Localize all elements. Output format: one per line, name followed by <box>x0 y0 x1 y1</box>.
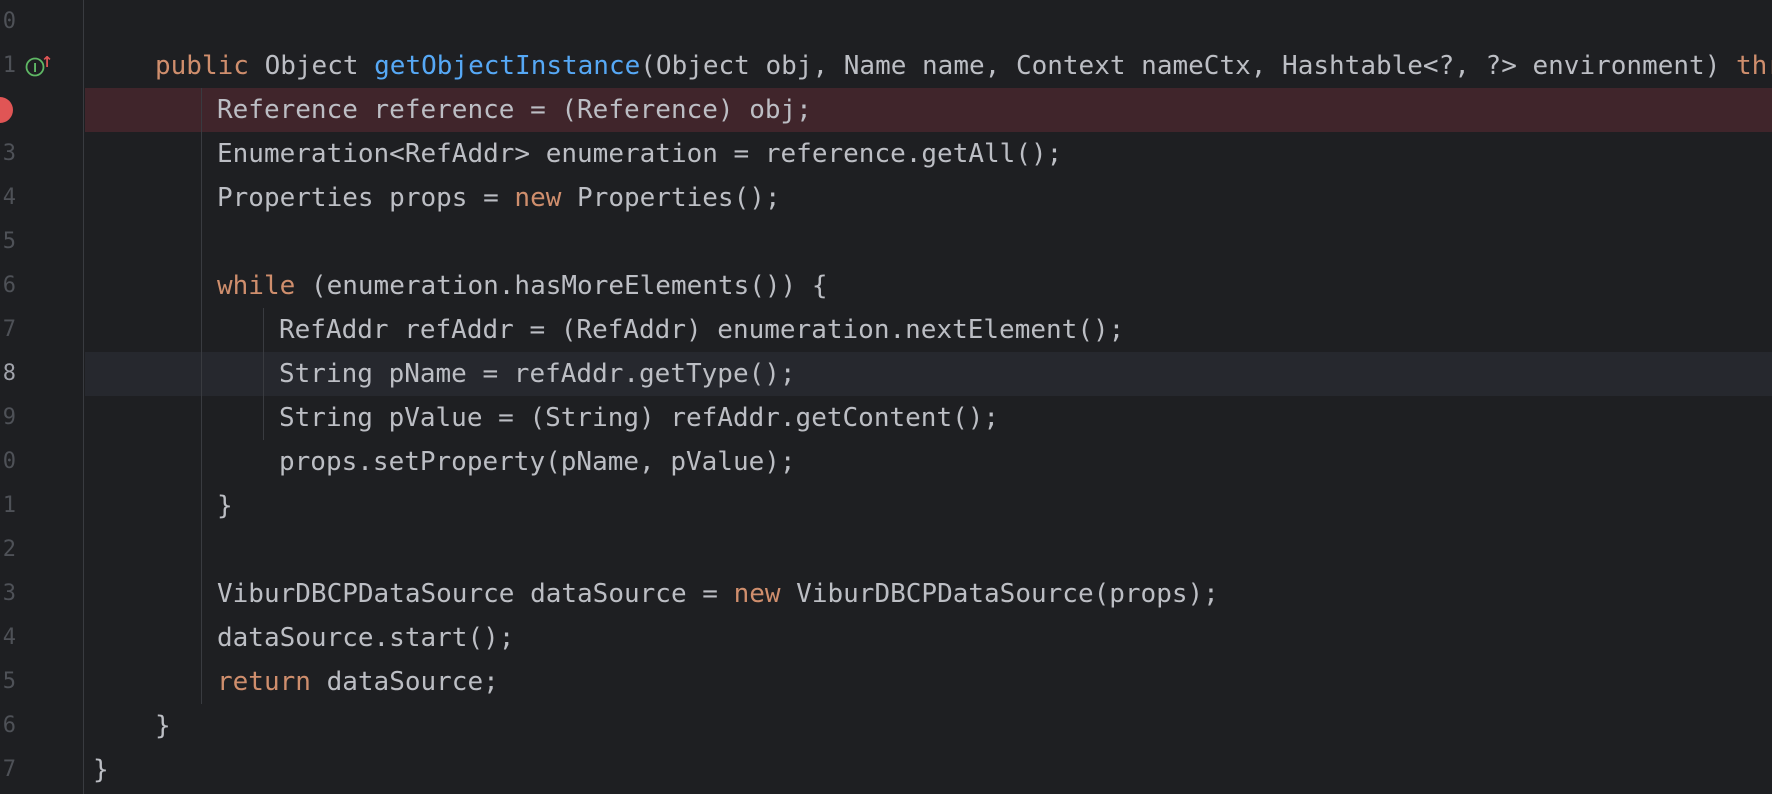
keyword-token: new <box>733 579 781 609</box>
keyword-token: return <box>217 667 311 697</box>
code-line[interactable]: } <box>217 484 233 528</box>
code-line[interactable]: Reference reference = (Reference) obj; <box>217 88 812 132</box>
code-token: Object <box>248 51 375 81</box>
code-line[interactable]: String pName = refAddr.getType(); <box>279 352 796 396</box>
code-line[interactable]: } <box>155 704 171 748</box>
keyword-token: new <box>514 183 562 213</box>
code-token: Enumeration<RefAddr> enumeration = refer… <box>217 139 1063 169</box>
code-token: String pName = refAddr.getType(); <box>279 359 796 389</box>
code-line[interactable]: Enumeration<RefAddr> enumeration = refer… <box>217 132 1062 176</box>
code-token: } <box>217 491 233 521</box>
line-number: 4 <box>2 185 16 210</box>
code-token: ViburDBCPDataSource(props); <box>780 579 1219 609</box>
line-number: 0 <box>2 449 16 474</box>
code-token: } <box>155 711 171 741</box>
line-number: 3 <box>2 581 16 606</box>
line-number: 8 <box>2 361 16 386</box>
indent-guide <box>263 308 264 440</box>
line-number: 4 <box>2 625 16 650</box>
implements-method-glyph: I ↑ <box>25 53 54 77</box>
keyword-token: thr <box>1736 51 1772 81</box>
indent-guide <box>201 88 202 704</box>
code-token: } <box>93 755 109 785</box>
code-line[interactable]: public Object getObjectInstance(Object o… <box>155 44 1772 88</box>
line-number: 1 <box>2 493 16 518</box>
line-number: 9 <box>2 405 16 430</box>
code-token: Properties(); <box>561 183 781 213</box>
line-number: 7 <box>2 757 16 782</box>
code-line[interactable]: Properties props = new Properties(); <box>217 176 781 220</box>
line-number: 6 <box>2 713 16 738</box>
code-editor[interactable]: 0 1 3 4 5 6 7 8 9 0 1 2 3 4 5 6 7 I ↑ public Object getObj… <box>0 0 1772 794</box>
method-name-token: getObjectInstance <box>374 51 641 81</box>
line-number: 2 <box>2 537 16 562</box>
svg-text:↑: ↑ <box>41 53 54 71</box>
code-line[interactable]: String pValue = (String) refAddr.getCont… <box>279 396 999 440</box>
line-number: 7 <box>2 317 16 342</box>
code-token: ViburDBCPDataSource dataSource = <box>217 579 734 609</box>
code-line[interactable]: return dataSource; <box>217 660 499 704</box>
code-token: (Object obj, Name name, Context nameCtx,… <box>640 51 1736 81</box>
code-token: Properties props = <box>217 183 515 213</box>
editor-gutter[interactable]: 0 1 3 4 5 6 7 8 9 0 1 2 3 4 5 6 7 I ↑ <box>0 0 84 794</box>
line-number: 5 <box>2 229 16 254</box>
code-token: dataSource.start(); <box>217 623 515 653</box>
code-line[interactable]: } <box>93 748 109 792</box>
code-token: RefAddr refAddr = (RefAddr) enumeration.… <box>279 315 1125 345</box>
line-number: 5 <box>2 669 16 694</box>
code-area[interactable]: public Object getObjectInstance(Object o… <box>85 0 1772 794</box>
code-token: String pValue = (String) refAddr.getCont… <box>279 403 1000 433</box>
keyword-token: public <box>155 51 249 81</box>
code-token: dataSource; <box>310 667 499 697</box>
svg-text:I: I <box>33 60 37 75</box>
code-line[interactable]: props.setProperty(pName, pValue); <box>279 440 796 484</box>
line-number: 0 <box>2 9 16 34</box>
code-line[interactable]: ViburDBCPDataSource dataSource = new Vib… <box>217 572 1219 616</box>
code-line[interactable]: dataSource.start(); <box>217 616 514 660</box>
keyword-token: while <box>217 271 296 301</box>
line-number: 3 <box>2 141 16 166</box>
code-token: (enumeration.hasMoreElements()) { <box>295 271 828 301</box>
line-number: 6 <box>2 273 16 298</box>
code-token: props.setProperty(pName, pValue); <box>279 447 796 477</box>
implements-method-icon[interactable]: I ↑ <box>24 44 54 88</box>
code-token: Reference reference = (Reference) obj; <box>217 95 812 125</box>
code-line[interactable]: while (enumeration.hasMoreElements()) { <box>217 264 828 308</box>
line-number: 1 <box>2 53 16 78</box>
code-line[interactable]: RefAddr refAddr = (RefAddr) enumeration.… <box>279 308 1124 352</box>
